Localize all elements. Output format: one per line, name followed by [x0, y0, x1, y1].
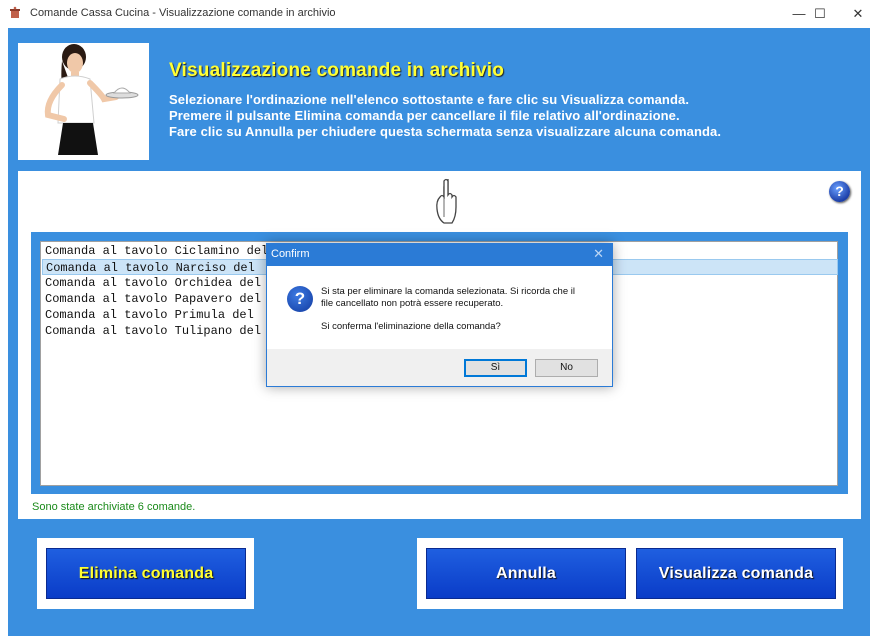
pointing-hand-icon [436, 178, 457, 224]
dialog-message-line-1: Si sta per eliminare la comanda selezion… [321, 286, 575, 297]
window-title: Comande Cassa Cucina - Visualizzazione c… [30, 7, 336, 19]
help-icon[interactable]: ? [829, 181, 850, 202]
close-button[interactable]: ✕ [838, 0, 878, 28]
waitress-image [18, 43, 149, 160]
dialog-close-icon[interactable]: ✕ [593, 246, 604, 262]
maximize-button[interactable]: ☐ [800, 0, 840, 28]
page-title: Visualizzazione comande in archivio [169, 60, 505, 81]
cancel-button[interactable]: Annulla [426, 548, 626, 599]
action-buttons-frame: Annulla Visualizza comanda [417, 538, 843, 609]
confirm-dialog: Confirm ✕ ? Si sta per eliminare la coma… [266, 243, 613, 387]
instruction-line-2: Premere il pulsante Elimina comanda per … [169, 108, 680, 123]
no-button[interactable]: No [535, 359, 598, 377]
dialog-title-bar: Confirm ✕ [267, 244, 612, 266]
dialog-title: Confirm [271, 248, 310, 260]
delete-order-button[interactable]: Elimina comanda [46, 548, 246, 599]
question-icon: ? [287, 286, 313, 312]
dialog-question: Si conferma l'eliminazione della comanda… [321, 321, 501, 332]
dialog-message-line-2: file cancellato non potrà essere recuper… [321, 298, 504, 309]
app-icon [10, 6, 20, 18]
view-order-button[interactable]: Visualizza comanda [636, 548, 836, 599]
instruction-line-1: Selezionare l'ordinazione nell'elenco so… [169, 92, 690, 107]
status-text: Sono state archiviate 6 comande. [32, 501, 196, 513]
delete-button-frame: Elimina comanda [37, 538, 254, 609]
yes-button[interactable]: Sì [464, 359, 527, 377]
title-bar: Comande Cassa Cucina - Visualizzazione c… [0, 0, 880, 28]
instruction-line-3: Fare clic su Annulla per chiudere questa… [169, 124, 722, 139]
